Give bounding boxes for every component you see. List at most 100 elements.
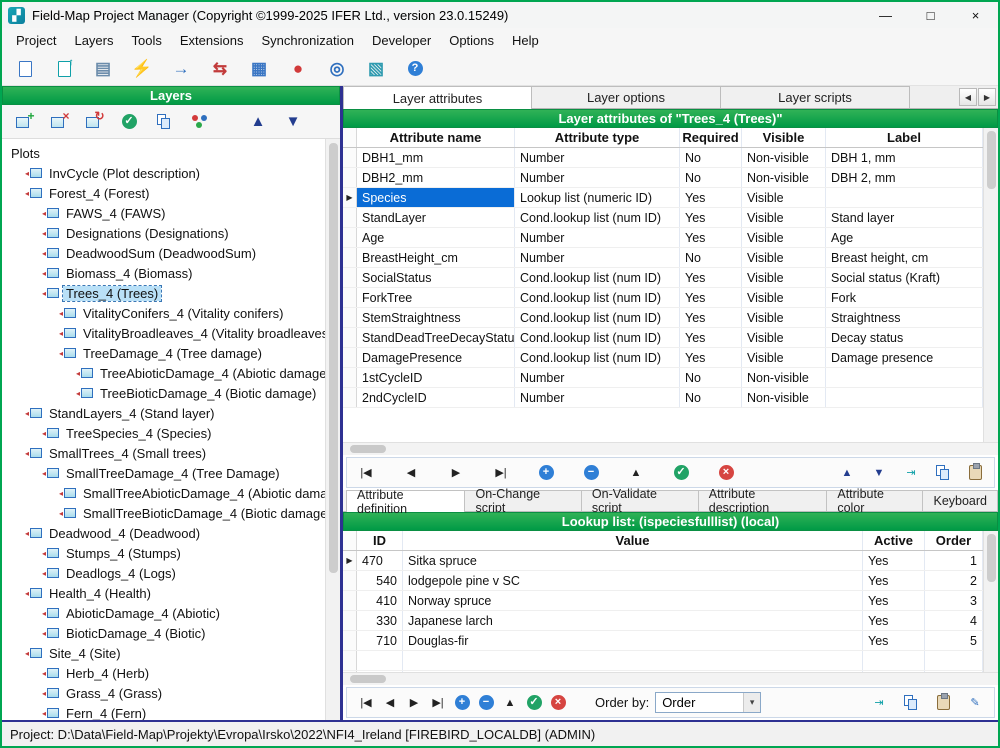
tree-scrollbar-thumb[interactable] — [329, 143, 338, 573]
help-icon[interactable]: ? — [404, 58, 426, 80]
tree-item[interactable]: ◂SmallTreeDamage_4 (Tree Damage) — [2, 463, 325, 483]
copy-attributes-icon[interactable] — [934, 462, 952, 484]
layer-colors-icon[interactable] — [187, 110, 211, 134]
lookup-row[interactable]: 540lodgepole pine v SCYes2 — [343, 571, 983, 591]
menu-help[interactable]: Help — [503, 28, 548, 52]
new-project-icon[interactable] — [14, 58, 36, 80]
tree-item[interactable]: ◂AbioticDamage_4 (Abiotic) — [2, 603, 325, 623]
move-layer-up-icon[interactable]: ▲ — [246, 110, 270, 134]
attributes-hscrollbar[interactable] — [343, 442, 998, 455]
paste-lookup-icon[interactable] — [934, 692, 952, 714]
last-record-button[interactable]: ▶| — [429, 692, 447, 714]
column-header[interactable]: Attribute name — [357, 128, 515, 147]
tab-layer-options[interactable]: Layer options — [532, 86, 721, 108]
post-record-button[interactable]: ✓ — [525, 692, 543, 714]
attributes-scrollbar[interactable] — [983, 128, 998, 442]
tab-keyboard[interactable]: Keyboard — [923, 490, 998, 511]
prior-record-button[interactable]: ◀ — [402, 462, 420, 484]
first-record-button[interactable]: |◀ — [357, 462, 375, 484]
attribute-row[interactable]: BreastHeight_cmNumberNoVisibleBreast hei… — [343, 248, 983, 268]
tree-scrollbar[interactable] — [325, 139, 340, 720]
minimize-button[interactable]: — — [863, 2, 908, 28]
menu-layers[interactable]: Layers — [65, 28, 122, 52]
tree-item[interactable]: ◂Biomass_4 (Biomass) — [2, 263, 325, 283]
column-header[interactable]: ID — [357, 531, 403, 550]
insert-record-button[interactable]: + — [537, 462, 555, 484]
tree-item[interactable]: ◂TreeBioticDamage_4 (Biotic damage) — [2, 383, 325, 403]
next-record-button[interactable]: ▶ — [405, 692, 423, 714]
print-icon[interactable]: ▤ — [92, 58, 114, 80]
lookup-hscrollbar-thumb[interactable] — [350, 675, 386, 683]
menu-extensions[interactable]: Extensions — [171, 28, 253, 52]
layer-tables-icon[interactable]: ▦ — [248, 58, 270, 80]
move-layer-down-icon[interactable]: ▼ — [281, 110, 305, 134]
attribute-row[interactable]: DamagePresenceCond.lookup list (num ID)Y… — [343, 348, 983, 368]
column-header[interactable]: Label — [826, 128, 983, 147]
post-record-button[interactable]: ✓ — [672, 462, 690, 484]
tree-item[interactable]: ◂SmallTreeAbioticDamage_4 (Abiotic damag… — [2, 483, 325, 503]
tree-item[interactable]: ◂TreeDamage_4 (Tree damage) — [2, 343, 325, 363]
menu-options[interactable]: Options — [440, 28, 503, 52]
attribute-row[interactable]: AgeNumberYesVisibleAge — [343, 228, 983, 248]
attribute-row[interactable]: DBH1_mmNumberNoNon-visibleDBH 1, mm — [343, 148, 983, 168]
cancel-record-button[interactable]: × — [717, 462, 735, 484]
tree-item[interactable]: ◂DeadwoodSum (DeadwoodSum) — [2, 243, 325, 263]
tree-item[interactable]: ◂SmallTrees_4 (Small trees) — [2, 443, 325, 463]
prior-record-button[interactable]: ◀ — [381, 692, 399, 714]
refresh-layer-icon[interactable]: ↻ — [82, 110, 106, 134]
column-header[interactable]: Order — [925, 531, 983, 550]
tree-item[interactable]: ◂Health_4 (Health) — [2, 583, 325, 603]
tree-item[interactable]: ◂Deadlogs_4 (Logs) — [2, 563, 325, 583]
target-icon[interactable]: ◎ — [326, 58, 348, 80]
tab-on-validate-script[interactable]: On-Validate script — [582, 490, 699, 511]
column-header[interactable]: Attribute type — [515, 128, 680, 147]
tab-scroll-right[interactable]: ▶ — [978, 88, 996, 106]
tree-item[interactable]: ◂FAWS_4 (FAWS) — [2, 203, 325, 223]
lookup-row[interactable]: 710Douglas-firYes5 — [343, 631, 983, 651]
tree-item[interactable]: ◂VitalityConifers_4 (Vitality conifers) — [2, 303, 325, 323]
menu-project[interactable]: Project — [7, 28, 65, 52]
attribute-row[interactable]: DBH2_mmNumberNoNon-visibleDBH 2, mm — [343, 168, 983, 188]
tab-scroll-left[interactable]: ◀ — [959, 88, 977, 106]
tree-item[interactable]: ◂BioticDamage_4 (Biotic) — [2, 623, 325, 643]
column-header[interactable]: Active — [863, 531, 925, 550]
tab-attribute-color[interactable]: Attribute color — [827, 490, 923, 511]
column-header[interactable]: Required — [680, 128, 742, 147]
tree-item[interactable]: ◂StandLayers_4 (Stand layer) — [2, 403, 325, 423]
attribute-row[interactable]: ▶SpeciesLookup list (numeric ID)YesVisib… — [343, 188, 983, 208]
tree-item[interactable]: ◂TreeSpecies_4 (Species) — [2, 423, 325, 443]
tree-item[interactable]: ◂Herb_4 (Herb) — [2, 663, 325, 683]
menu-tools[interactable]: Tools — [123, 28, 171, 52]
import-lookup-icon[interactable]: ⇥ — [870, 692, 888, 714]
attribute-row[interactable]: ForkTreeCond.lookup list (num ID)YesVisi… — [343, 288, 983, 308]
open-project-icon[interactable]: ↑ — [53, 58, 75, 80]
attribute-row[interactable]: 1stCycleIDNumberNoNon-visible — [343, 368, 983, 388]
tree-item[interactable]: ◂Deadwood_4 (Deadwood) — [2, 523, 325, 543]
edit-record-button[interactable]: ▲ — [627, 462, 645, 484]
menu-developer[interactable]: Developer — [363, 28, 440, 52]
move-attribute-up-button[interactable]: ▲ — [838, 462, 856, 484]
delete-record-button[interactable]: − — [477, 692, 495, 714]
tree-item[interactable]: ◂SmallTreeBioticDamage_4 (Biotic damage) — [2, 503, 325, 523]
record-dot-icon[interactable]: ● — [287, 58, 309, 80]
column-header[interactable]: Visible — [742, 128, 826, 147]
lookup-row[interactable]: ▶470Sitka spruceYes1 — [343, 551, 983, 571]
order-by-select[interactable]: Order▾ — [655, 692, 761, 713]
lookup-hscrollbar[interactable] — [343, 672, 998, 685]
close-button[interactable]: × — [953, 2, 998, 28]
column-header[interactable]: Value — [403, 531, 863, 550]
lookup-row[interactable]: 410Norway spruceYes3 — [343, 591, 983, 611]
apply-layers-icon[interactable]: ✓ — [117, 110, 141, 134]
attribute-row[interactable]: StemStraightnessCond.lookup list (num ID… — [343, 308, 983, 328]
tree-item[interactable]: ◂TreeAbioticDamage_4 (Abiotic damage) — [2, 363, 325, 383]
tree-item[interactable]: ◂InvCycle (Plot description) — [2, 163, 325, 183]
attribute-row[interactable]: StandLayerCond.lookup list (num ID)YesVi… — [343, 208, 983, 228]
delete-record-button[interactable]: − — [582, 462, 600, 484]
tree-item[interactable]: ◂Fern_4 (Fern) — [2, 703, 325, 720]
run-project-icon[interactable]: ⚡ — [131, 58, 153, 80]
export-project-icon[interactable]: → — [170, 58, 192, 80]
tree-item[interactable]: ◂VitalityBroadleaves_4 (Vitality broadle… — [2, 323, 325, 343]
move-attribute-down-button[interactable]: ▼ — [870, 462, 888, 484]
copy-layer-icon[interactable] — [152, 110, 176, 134]
data-table-icon[interactable]: ▧ — [365, 58, 387, 80]
